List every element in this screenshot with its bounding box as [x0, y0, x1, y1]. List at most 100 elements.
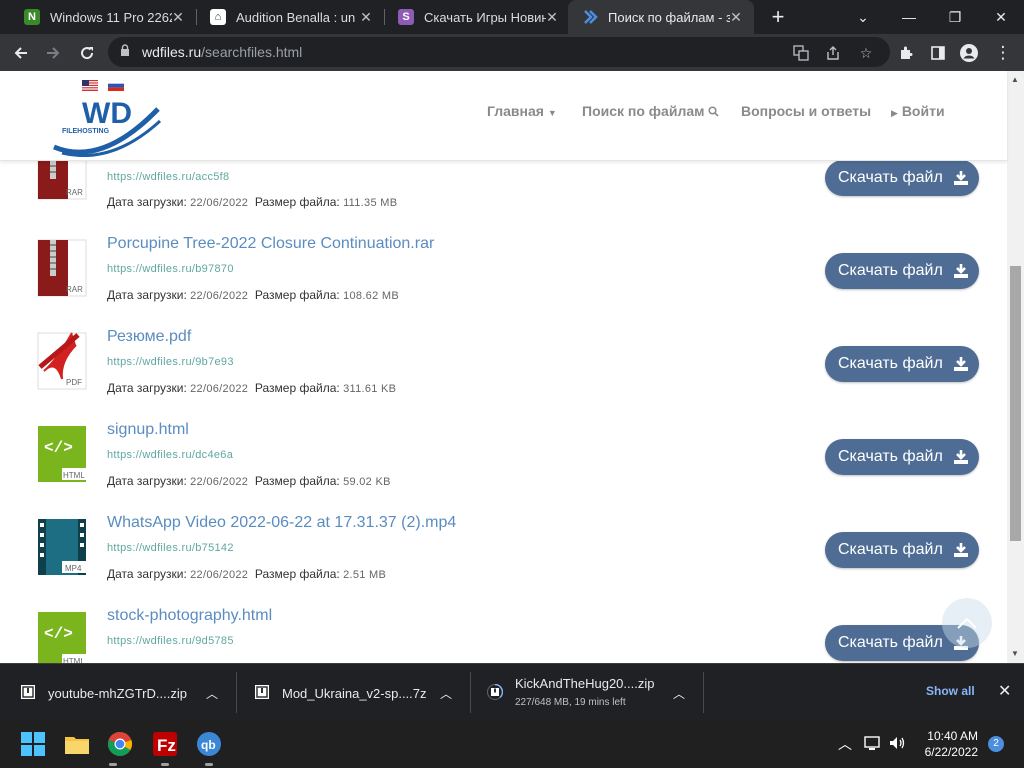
tab-strip: N Windows 11 Pro 22621 ✕ ⌂ Audition Bena… [0, 0, 1024, 34]
back-button[interactable] [8, 40, 34, 66]
nav-home[interactable]: Главная ▼ [487, 103, 557, 119]
volume-icon[interactable] [889, 735, 907, 751]
network-icon[interactable] [864, 735, 882, 751]
caret-down-icon: ▼ [547, 108, 557, 118]
tab-poisk-po-failam[interactable]: Поиск по файлам - за ✕ [568, 0, 754, 34]
download-button[interactable]: Скачать файл [825, 532, 979, 568]
scroll-up-arrow[interactable]: ▲ [1011, 75, 1019, 84]
chrome-icon[interactable] [107, 731, 133, 757]
file-url[interactable]: https://wdfiles.ru/acc5f8 [107, 171, 229, 183]
profile-icon[interactable] [956, 40, 982, 66]
filezilla-icon[interactable]: Fz [152, 731, 178, 757]
scrollbar-thumb[interactable] [1010, 266, 1021, 541]
list-item: RAR https://wdfiles.ru/acc5f8 Дата загру… [0, 161, 1007, 209]
side-panel-icon[interactable] [925, 40, 951, 66]
nav-login[interactable]: ▶ Войти [891, 103, 945, 119]
chevron-up-icon[interactable]: ︿ [206, 685, 218, 702]
file-name-link[interactable]: WhatsApp Video 2022-06-22 at 17.31.37 (2… [107, 514, 456, 532]
us-flag-icon[interactable] [82, 80, 98, 91]
file-name-link[interactable]: signup.html [107, 421, 189, 439]
chevron-down-icon[interactable]: ⌄ [840, 0, 886, 34]
forward-button[interactable] [40, 40, 66, 66]
caret-right-icon: ▶ [891, 108, 898, 118]
mp4-file-icon[interactable]: MP4 [36, 517, 92, 579]
svg-text:RAR: RAR [66, 188, 83, 197]
rar-file-icon[interactable]: RAR [36, 238, 92, 300]
file-meta: Дата загрузки: 22/06/2022 Размер файла: … [107, 474, 391, 488]
site-header: WD FILEHOSTING Главная ▼ Поиск по файлам… [0, 71, 1007, 161]
windows-taskbar: Fz qb ︿ 10:40 AM 6/22/2022 2 [0, 720, 1024, 768]
download-file-name: Mod_Ukraina_v2-sp....7z [282, 686, 427, 701]
restore-button[interactable]: ❐ [932, 0, 978, 34]
close-icon[interactable]: ✕ [728, 9, 744, 26]
file-meta: Дата загрузки: 22/06/2022 Размер файла: … [107, 567, 387, 581]
scroll-to-top-button[interactable] [942, 598, 992, 648]
file-url[interactable]: https://wdfiles.ru/9d5785 [107, 635, 234, 647]
notification-badge[interactable]: 2 [988, 736, 1004, 752]
qbittorrent-icon[interactable]: qb [196, 731, 222, 757]
nav-faq[interactable]: Вопросы и ответы [741, 103, 871, 119]
file-name-link[interactable]: Porcupine Tree-2022 Closure Continuation… [107, 235, 434, 253]
chevron-up-icon[interactable]: ︿ [673, 685, 685, 702]
close-icon[interactable]: ✕ [358, 9, 374, 26]
museum-icon: ⌂ [210, 9, 226, 25]
close-icon[interactable]: ✕ [170, 9, 186, 26]
nav-search-files[interactable]: Поиск по файлам [582, 103, 719, 119]
window-close-button[interactable]: ✕ [978, 0, 1024, 34]
download-button[interactable]: Скачать файл [825, 439, 979, 475]
svg-text:MP4: MP4 [65, 564, 82, 573]
show-all-downloads-link[interactable]: Show all [926, 684, 975, 698]
windows-start-icon[interactable] [20, 731, 46, 757]
svg-text:RAR: RAR [66, 285, 83, 294]
browser-toolbar: wdfiles.ru/searchfiles.html ☆ ⋮ [0, 34, 1024, 71]
download-button[interactable]: Скачать файл [825, 161, 979, 196]
download-item[interactable]: youtube-mhZGTrD....zip ︿ [20, 664, 235, 721]
file-explorer-icon[interactable] [64, 731, 90, 757]
file-name-link[interactable]: Резюме.pdf [107, 328, 191, 346]
tab-windows-11[interactable]: N Windows 11 Pro 22621 ✕ [10, 0, 196, 34]
download-item-in-progress[interactable]: KickAndTheHug20....zip 227/648 MB, 19 mi… [487, 664, 702, 721]
archive-file-icon [487, 684, 503, 700]
tab-skachat-igry[interactable]: S Скачать Игры Новинк ✕ [384, 0, 570, 34]
pdf-file-icon[interactable]: PDF [36, 331, 92, 393]
chevron-up-icon[interactable]: ︿ [440, 685, 452, 702]
html-file-icon[interactable]: </> HTML [36, 610, 92, 663]
file-url[interactable]: https://wdfiles.ru/dc4e6a [107, 449, 233, 461]
html-file-icon[interactable]: </> HTML [36, 424, 92, 486]
close-download-bar-icon[interactable]: ✕ [998, 681, 1011, 701]
extensions-icon[interactable] [893, 40, 919, 66]
chevron-up-icon[interactable]: ︿ [838, 734, 852, 754]
tab-title: Скачать Игры Новинк [424, 9, 546, 25]
file-url[interactable]: https://wdfiles.ru/9b7e93 [107, 356, 234, 368]
download-file-name: youtube-mhZGTrD....zip [48, 686, 187, 701]
close-icon[interactable]: ✕ [544, 9, 560, 26]
url-text[interactable]: wdfiles.ru/searchfiles.html [142, 44, 302, 60]
scroll-down-arrow[interactable]: ▼ [1011, 649, 1019, 658]
tab-audition-benalla[interactable]: ⌂ Audition Benalla : un h ✕ [196, 0, 384, 34]
lock-icon[interactable] [120, 44, 130, 57]
rar-file-icon[interactable]: RAR [36, 161, 92, 203]
wd-arrows-icon [582, 9, 598, 25]
minimize-button[interactable]: — [886, 0, 932, 34]
chevron-up-icon [957, 617, 977, 629]
download-button[interactable]: Скачать файл [825, 346, 979, 382]
address-bar[interactable]: wdfiles.ru/searchfiles.html ☆ [108, 37, 890, 67]
menu-icon[interactable]: ⋮ [990, 40, 1016, 66]
file-url[interactable]: https://wdfiles.ru/b97870 [107, 263, 234, 275]
file-url[interactable]: https://wdfiles.ru/b75142 [107, 542, 234, 554]
new-tab-button[interactable]: + [768, 4, 788, 30]
download-item[interactable]: Mod_Ukraina_v2-sp....7z ︿ [254, 664, 469, 721]
reload-button[interactable] [74, 40, 100, 66]
page-scrollbar[interactable]: ▲ ▼ [1007, 71, 1024, 663]
file-name-link[interactable]: stock-photography.html [107, 607, 272, 625]
download-icon [953, 171, 968, 185]
translate-icon[interactable] [791, 43, 811, 63]
download-icon [953, 450, 968, 464]
site-logo[interactable]: WD FILEHOSTING [52, 95, 162, 158]
star-icon[interactable]: ☆ [856, 43, 876, 63]
ru-flag-icon[interactable] [108, 80, 124, 91]
download-button[interactable]: Скачать файл [825, 253, 979, 289]
share-icon[interactable] [823, 43, 843, 63]
svg-text:HTML: HTML [63, 471, 85, 480]
system-clock[interactable]: 10:40 AM 6/22/2022 [918, 728, 978, 760]
